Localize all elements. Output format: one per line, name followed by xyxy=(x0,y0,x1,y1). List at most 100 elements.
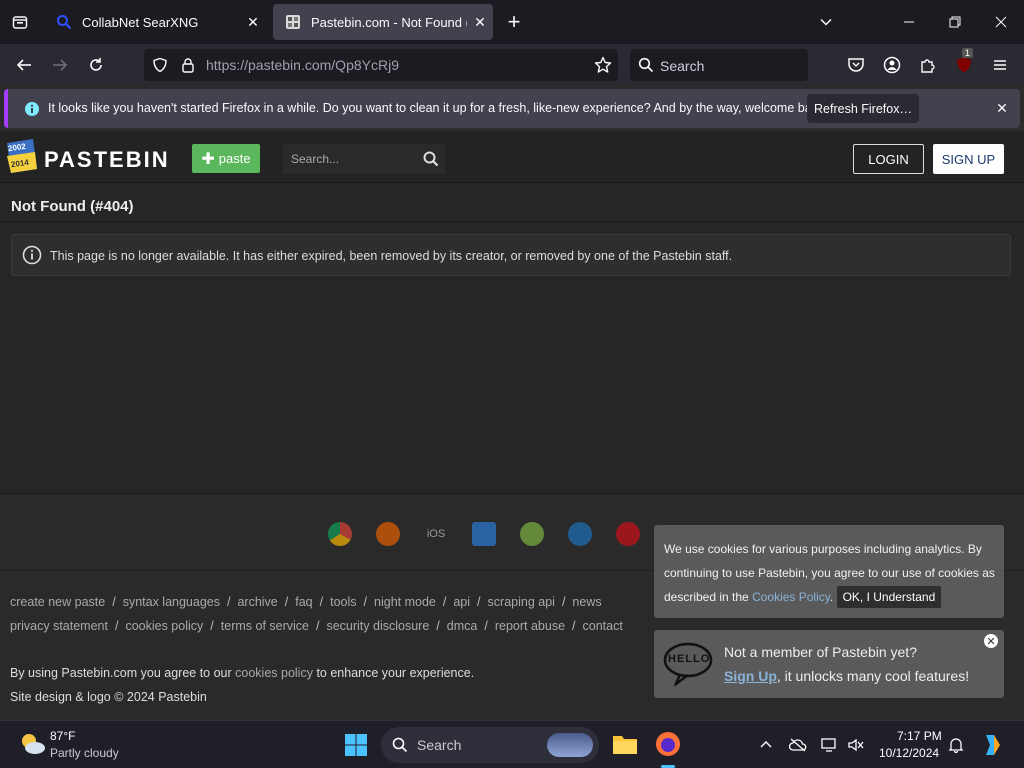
opera-icon[interactable] xyxy=(616,522,640,546)
login-button[interactable]: LOGIN xyxy=(853,144,924,174)
footer-link[interactable]: privacy statement xyxy=(10,619,108,633)
copilot-icon[interactable] xyxy=(980,733,1004,757)
footer-link[interactable]: terms of service xyxy=(221,619,309,633)
plus-icon: ✚ xyxy=(201,150,215,168)
footer-link[interactable]: create new paste xyxy=(10,595,105,609)
back-arrow-icon[interactable] xyxy=(10,51,38,79)
page-title: Not Found (#404) xyxy=(11,198,134,215)
android-icon[interactable] xyxy=(520,522,544,546)
signup-promo-popup: HELLO Not a member of Pastebin yet? Sign… xyxy=(654,630,1004,698)
footer-cookie-note: By using Pastebin.com you agree to our c… xyxy=(10,666,475,680)
cookie-consent-popup: We use cookies for various purposes incl… xyxy=(654,525,1004,618)
search-icon[interactable] xyxy=(417,145,445,173)
footer-link[interactable]: scraping api xyxy=(488,595,555,609)
footer-link[interactable]: tools xyxy=(330,595,356,609)
lock-icon[interactable] xyxy=(174,51,202,79)
search-highlight-image xyxy=(547,733,593,757)
close-tab-icon[interactable]: ✕ xyxy=(240,14,266,31)
restore-icon[interactable] xyxy=(932,0,978,44)
footer-link[interactable]: security disclosure xyxy=(326,619,429,633)
clock-date[interactable]: 10/12/2024 xyxy=(879,746,939,760)
clock-time[interactable]: 7:17 PM xyxy=(897,729,942,743)
windows-start-icon[interactable] xyxy=(344,733,368,757)
refresh-firefox-button[interactable]: Refresh Firefox… xyxy=(807,94,919,123)
info-icon xyxy=(18,95,46,123)
search-placeholder: Search xyxy=(660,58,705,74)
site-search-input[interactable]: Search... xyxy=(283,144,445,174)
close-tab-icon[interactable]: ✕ xyxy=(467,14,493,31)
minimize-icon[interactable] xyxy=(886,0,932,44)
search-icon xyxy=(386,731,414,759)
file-explorer-icon[interactable] xyxy=(612,733,638,755)
windows-icon[interactable] xyxy=(472,522,496,546)
site-logo-text[interactable]: PASTEBIN xyxy=(44,147,170,173)
footer-link[interactable]: contact xyxy=(583,619,623,633)
cookies-policy-link[interactable]: cookies policy xyxy=(235,666,313,680)
member-prompt: Sign Up, it unlocks many cool features! xyxy=(724,668,970,684)
account-icon[interactable] xyxy=(878,51,906,79)
browser-search-field[interactable]: Search xyxy=(630,49,808,81)
firefox-icon[interactable] xyxy=(376,522,400,546)
navigation-toolbar: https://pastebin.com/Qp8YcRj9 Search 1 xyxy=(0,44,1024,86)
signup-link[interactable]: Sign Up xyxy=(724,668,777,684)
cookie-text: We use cookies for various purposes incl… xyxy=(664,537,999,609)
footer-link[interactable]: archive xyxy=(237,595,277,609)
notification-text: It looks like you haven't started Firefo… xyxy=(48,101,828,115)
member-prompt: Not a member of Pastebin yet? xyxy=(724,644,917,660)
taskbar-search[interactable]: Search xyxy=(381,727,599,763)
macos-icon[interactable] xyxy=(568,522,592,546)
not-found-message: This page is no longer available. It has… xyxy=(50,249,733,263)
cloud-offline-icon[interactable] xyxy=(784,731,812,759)
chrome-icon[interactable] xyxy=(328,522,352,546)
footer-link[interactable]: dmca xyxy=(447,619,478,633)
extensions-puzzle-icon[interactable] xyxy=(914,51,942,79)
pastebin-logo-icon[interactable]: 2002 2014 xyxy=(3,139,39,175)
hamburger-menu-icon[interactable] xyxy=(986,51,1014,79)
network-display-icon[interactable] xyxy=(816,731,844,759)
footer-link[interactable]: faq xyxy=(295,595,312,609)
close-icon[interactable]: ✕ xyxy=(984,634,998,648)
forward-arrow-icon xyxy=(46,51,74,79)
signup-button[interactable]: SIGN UP xyxy=(933,144,1004,174)
cookies-policy-link[interactable]: Cookies Policy xyxy=(752,590,830,604)
partly-cloudy-weather-icon[interactable] xyxy=(18,731,46,757)
footer-link[interactable]: news xyxy=(572,595,601,609)
footer-link[interactable]: cookies policy xyxy=(125,619,203,633)
tab-pastebin[interactable]: Pastebin.com - Not Found (#404) ✕ xyxy=(273,4,493,40)
shield-icon[interactable] xyxy=(146,51,174,79)
chevron-down-icon[interactable] xyxy=(812,8,840,36)
reload-icon[interactable] xyxy=(82,51,110,79)
speaker-muted-icon[interactable] xyxy=(842,731,870,759)
bookmark-star-icon[interactable] xyxy=(589,51,617,79)
weather-description: Partly cloudy xyxy=(50,746,119,760)
ios-icon[interactable]: iOS xyxy=(424,528,448,540)
url-text[interactable]: https://pastebin.com/Qp8YcRj9 xyxy=(206,57,399,73)
url-bar[interactable]: https://pastebin.com/Qp8YcRj9 xyxy=(144,49,618,81)
footer-link[interactable]: syntax languages xyxy=(123,595,220,609)
close-icon[interactable]: ✕ xyxy=(988,95,1016,123)
tab-searxng[interactable]: CollabNet SearXNG ✕ xyxy=(44,4,266,40)
hello-text: HELLO xyxy=(668,653,711,665)
accept-cookies-button[interactable]: OK, I Understand xyxy=(836,586,942,608)
firefox-notification-bar: It looks like you haven't started Firefo… xyxy=(4,89,1020,128)
app-links: iOS xyxy=(328,520,640,548)
search-icon xyxy=(632,51,660,79)
weather-temperature: 87°F xyxy=(50,729,76,743)
footer-link[interactable]: night mode xyxy=(374,595,436,609)
search-placeholder: Search... xyxy=(291,152,340,166)
footer-link[interactable]: api xyxy=(453,595,470,609)
footer-link[interactable]: report abuse xyxy=(495,619,565,633)
firefox-taskbar-icon[interactable] xyxy=(655,731,681,768)
divider xyxy=(0,221,1024,222)
chevron-up-icon[interactable] xyxy=(752,731,780,759)
notification-bell-icon[interactable] xyxy=(942,731,970,759)
new-paste-button[interactable]: ✚ paste xyxy=(192,144,260,173)
pocket-icon[interactable] xyxy=(842,51,870,79)
main-content: Not Found (#404) This page is no longer … xyxy=(0,184,1024,493)
tab-title: Pastebin.com - Not Found (#404) xyxy=(311,14,467,30)
ublock-shield-icon[interactable]: 1 xyxy=(950,48,978,79)
tab-manager-icon[interactable] xyxy=(6,8,34,36)
close-window-icon[interactable] xyxy=(978,0,1024,44)
tab-title: CollabNet SearXNG xyxy=(82,14,199,30)
new-tab-icon[interactable]: + xyxy=(500,8,528,36)
